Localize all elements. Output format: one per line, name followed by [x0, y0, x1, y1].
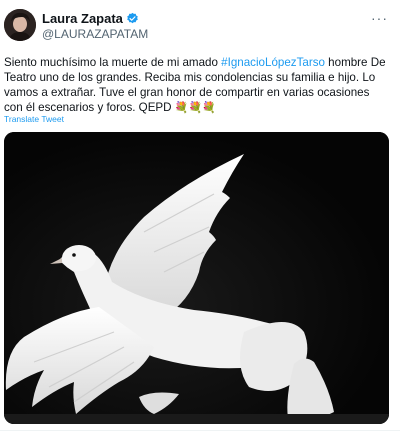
tweet-text: Siento muchísimo la muerte de mi amado #…: [4, 55, 389, 116]
author-handle[interactable]: @LAURAZAPATAM: [42, 27, 148, 41]
tweet-card: Laura Zapata @LAURAZAPATAM ··· Siento mu…: [0, 0, 400, 438]
bouquet-emoji: 💐💐💐: [174, 102, 216, 114]
author-name[interactable]: Laura Zapata: [42, 11, 123, 26]
hashtag-link[interactable]: #IgnacioLópezTarso: [221, 56, 325, 69]
tweet-text-start: Siento muchísimo la muerte de mi amado: [4, 56, 222, 69]
white-dove-image: [4, 132, 389, 424]
verified-badge-icon: [126, 12, 139, 25]
tweet-media-image[interactable]: [4, 132, 389, 424]
more-options-icon[interactable]: ···: [371, 10, 388, 26]
translate-tweet-link[interactable]: Translate Tweet: [4, 114, 64, 124]
author-name-row: Laura Zapata: [42, 11, 139, 26]
avatar[interactable]: [4, 9, 36, 41]
divider: [0, 430, 400, 431]
